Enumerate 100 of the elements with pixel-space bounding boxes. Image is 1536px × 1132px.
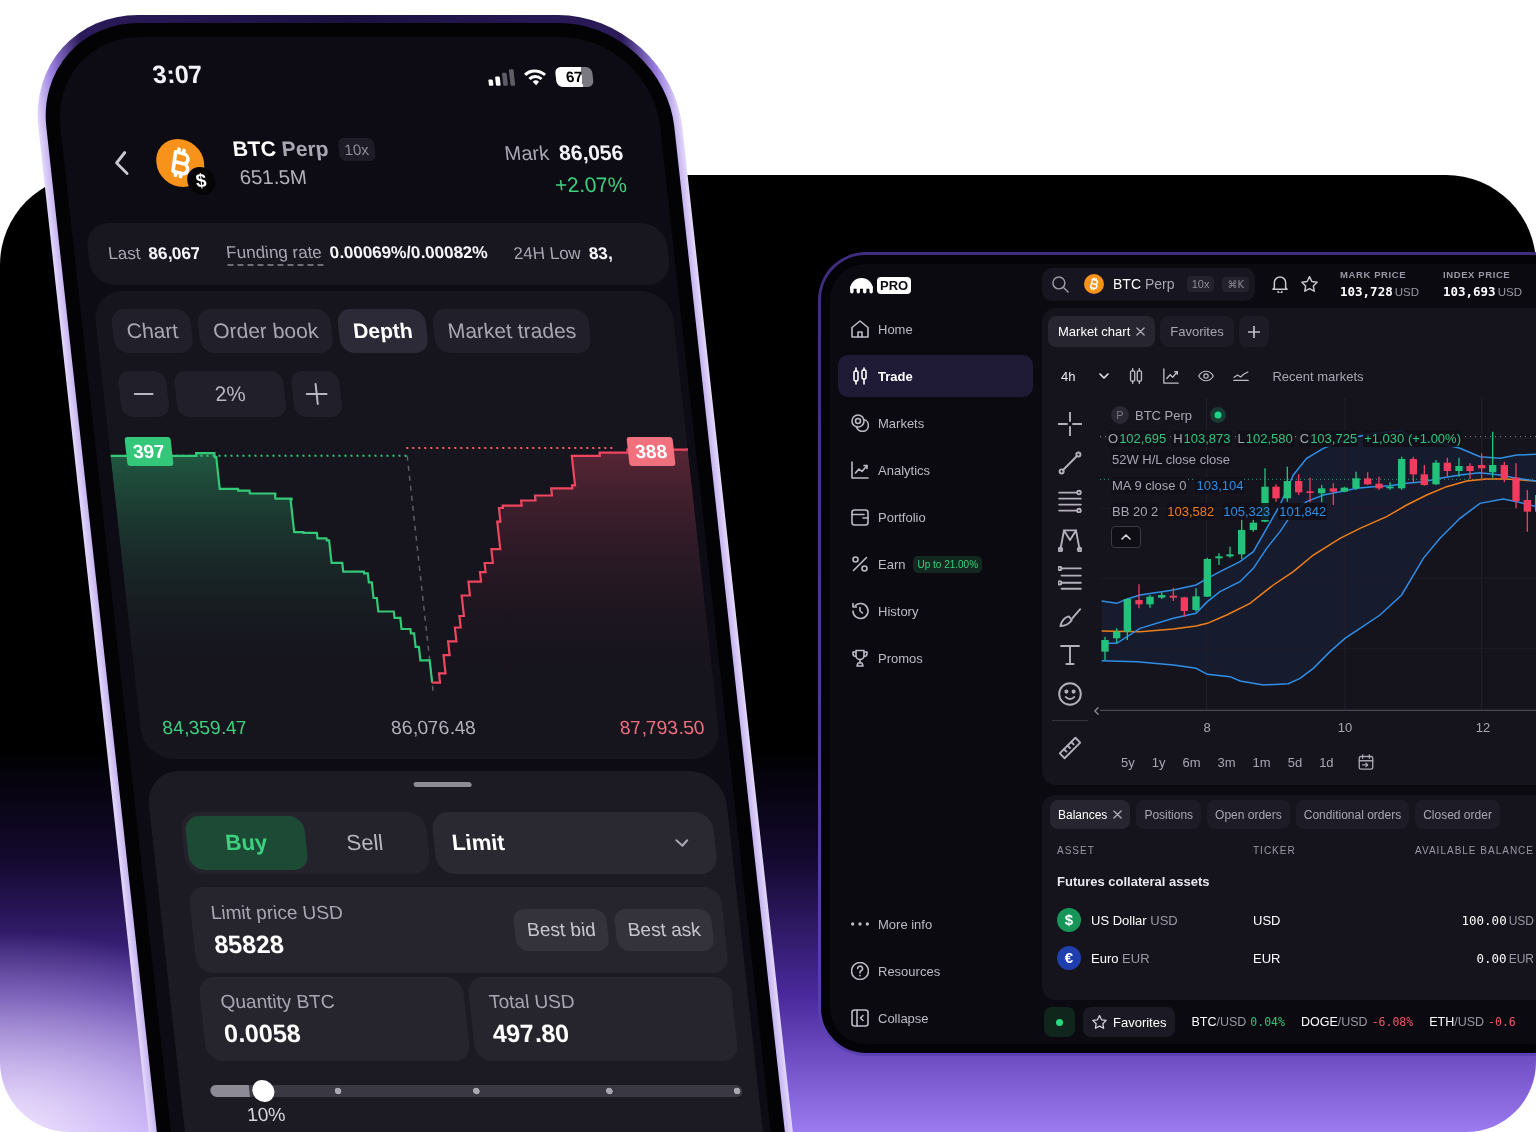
- tab[interactable]: Order book: [196, 309, 335, 353]
- section-heading: Futures collateral assets: [1056, 873, 1211, 891]
- tab[interactable]: Chart: [110, 309, 195, 353]
- candlestick-icon: [851, 367, 869, 385]
- panel-tab[interactable]: Closed order: [1415, 800, 1500, 829]
- ticker-pair[interactable]: BTC/USD: [1191, 1015, 1247, 1029]
- nav-item[interactable]: Resources: [838, 950, 1033, 992]
- chevron-left-icon[interactable]: [1094, 707, 1099, 715]
- field-label: Limit price USD: [209, 901, 345, 924]
- range-button[interactable]: 1y: [1151, 754, 1166, 770]
- balance-amount: 100.00: [1461, 912, 1507, 928]
- stat-label: 24H Low: [512, 244, 582, 264]
- slider-thumb[interactable]: [251, 1080, 276, 1102]
- mark-label: Mark: [503, 142, 551, 165]
- ticker-change: 0.04%: [1250, 1015, 1285, 1029]
- range-button[interactable]: 6m: [1182, 754, 1201, 770]
- range-button[interactable]: 5y: [1121, 754, 1135, 770]
- panel-tab[interactable]: Market chart: [1048, 316, 1156, 347]
- price-value: 103,728: [1340, 284, 1393, 299]
- quick-price-button[interactable]: Best ask: [613, 909, 715, 951]
- panel-tab[interactable]: Conditional orders: [1295, 800, 1410, 829]
- eye-icon[interactable]: [1198, 368, 1215, 384]
- ticker-cell-text: EUR: [1253, 950, 1282, 966]
- increase-button[interactable]: [290, 371, 344, 417]
- nav-item[interactable]: More info: [838, 903, 1033, 945]
- field-label: Quantity BTC: [219, 990, 337, 1013]
- nav-item[interactable]: History: [838, 590, 1033, 632]
- nav-item[interactable]: Analytics: [838, 449, 1033, 491]
- ticker-pair[interactable]: ETH/USD: [1429, 1015, 1485, 1029]
- field-label: Total USD: [487, 990, 577, 1013]
- nav-item[interactable]: Markets: [838, 402, 1033, 444]
- nav-item[interactable]: Trade: [838, 355, 1033, 397]
- plus-icon: [1247, 325, 1260, 338]
- smiley-icon[interactable]: [1058, 681, 1082, 706]
- order-type-dropdown[interactable]: Limit: [430, 812, 719, 874]
- horizontal-lines-icon[interactable]: [1058, 489, 1082, 513]
- panel-tab[interactable]: Positions: [1136, 800, 1202, 829]
- column-header: TICKER: [1253, 844, 1297, 856]
- market-search[interactable]: BTC Perp 10x ⌘K: [1042, 267, 1255, 301]
- connection-button[interactable]: [1044, 1007, 1075, 1037]
- range-button[interactable]: 1d: [1319, 754, 1334, 770]
- price-label: INDEX PRICE: [1442, 269, 1512, 280]
- balance-amount: 0.00: [1476, 950, 1507, 966]
- nav-item[interactable]: Promos: [838, 637, 1033, 679]
- range-button[interactable]: 3m: [1217, 754, 1236, 770]
- currency-icon: €: [1057, 946, 1081, 970]
- nav-item[interactable]: Home: [838, 308, 1033, 350]
- ticker-change: -0.6: [1488, 1015, 1516, 1029]
- stat-value: 83,: [587, 244, 614, 264]
- stat-value: 86,067: [147, 244, 202, 264]
- calendar-icon[interactable]: [1357, 754, 1374, 770]
- text-tool-icon[interactable]: [1058, 643, 1082, 667]
- price-label: 86,076.48: [389, 717, 477, 739]
- ruler-icon[interactable]: [1058, 735, 1082, 760]
- field-value: 497.80: [490, 1018, 572, 1048]
- add-tab-button[interactable]: [1238, 316, 1269, 347]
- price-label: 84,359.47: [161, 717, 249, 739]
- favorites-button[interactable]: Favorites: [1083, 1007, 1176, 1037]
- tab[interactable]: Market trades: [431, 309, 593, 353]
- trophy-icon: [851, 649, 869, 667]
- stat-value: 0.00069%/0.00082%: [328, 242, 489, 263]
- price-value: 103,693: [1442, 284, 1496, 299]
- axis-label: 12: [1474, 719, 1492, 735]
- trend-line-icon[interactable]: [1058, 450, 1082, 475]
- column-header: AVAILABLE BALANCE: [1415, 844, 1534, 856]
- field-value: 85828: [212, 929, 287, 959]
- total-field[interactable]: Total USD 497.80: [466, 977, 740, 1061]
- status-dot-icon: [1056, 1018, 1063, 1026]
- nav-item[interactable]: Collapse: [838, 997, 1033, 1039]
- nav-item[interactable]: Earn Up to 21.00%: [838, 543, 1033, 585]
- quick-price-button[interactable]: Best bid: [512, 909, 611, 951]
- axis-label: 8: [1202, 719, 1212, 735]
- fib-levels-icon[interactable]: [1058, 566, 1082, 590]
- pattern-icon[interactable]: [1058, 527, 1082, 552]
- candlestick-icon[interactable]: [1128, 368, 1145, 384]
- drag-handle[interactable]: [413, 782, 472, 787]
- nav-item[interactable]: Portfolio: [838, 496, 1033, 538]
- range-button[interactable]: 1m: [1252, 754, 1271, 770]
- star-icon[interactable]: [1301, 276, 1318, 292]
- panel-tab[interactable]: Open orders: [1207, 800, 1290, 829]
- price-unit: USD: [1497, 286, 1522, 298]
- line-chart-icon[interactable]: [1163, 368, 1180, 384]
- bell-icon[interactable]: [1272, 275, 1288, 293]
- side-tab[interactable]: Buy: [184, 816, 309, 870]
- ticker-pair[interactable]: DOGE/USD: [1300, 1015, 1368, 1029]
- line-chart-icon: [851, 461, 869, 479]
- interval-button[interactable]: 4h: [1061, 368, 1110, 384]
- search-icon: [1052, 275, 1069, 293]
- chevron-left-icon[interactable]: [112, 149, 130, 177]
- minus-icon: [133, 393, 154, 395]
- limit-price-field[interactable]: Limit price USD 85828 Best bid Best ask: [187, 887, 730, 973]
- recent-markets-button[interactable]: Recent markets: [1272, 368, 1364, 384]
- range-button[interactable]: 5d: [1287, 754, 1303, 770]
- price-label: 87,793.50: [618, 717, 706, 739]
- indicator-icon[interactable]: [1233, 368, 1250, 384]
- tab[interactable]: Depth: [336, 309, 430, 353]
- panel-tab[interactable]: Favorites: [1160, 316, 1234, 347]
- quantity-field[interactable]: Quantity BTC 0.0058: [197, 977, 471, 1061]
- panel-tab[interactable]: Balances: [1050, 800, 1131, 829]
- crosshair-icon[interactable]: [1058, 412, 1082, 436]
